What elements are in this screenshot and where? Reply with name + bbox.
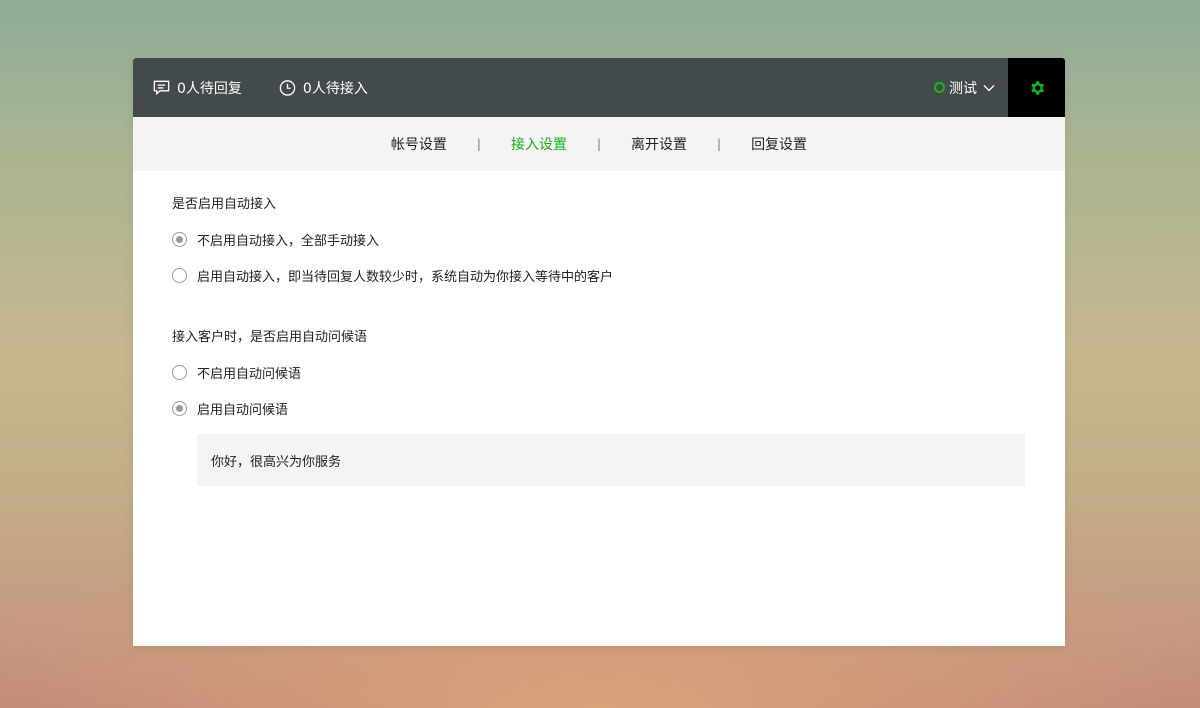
pending-access-stat[interactable]: 0人待接入 (278, 58, 368, 117)
auto-access-option-manual[interactable]: 不启用自动接入，全部手动接入 (172, 229, 1065, 249)
tab-reply-settings[interactable]: 回复设置 (751, 134, 807, 154)
radio-button[interactable] (172, 267, 187, 283)
top-bar: 0人待回复 0人待接入 测试 (133, 58, 1065, 117)
settings-window: 0人待回复 0人待接入 测试 帐号设置 | 接入设置 | 离开设置 | 回复设置… (133, 58, 1065, 646)
gear-icon (1030, 80, 1044, 95)
tab-access-settings[interactable]: 接入设置 (511, 134, 567, 154)
greeting-text-field[interactable]: 你好，很高兴为你服务 (197, 434, 1025, 486)
auto-access-title: 是否启用自动接入 (172, 197, 277, 212)
auto-greeting-title: 接入客户时，是否启用自动问候语 (172, 330, 368, 345)
radio-label: 启用自动接入，即当待回复人数较少时，系统自动为你接入等待中的客户 (197, 269, 614, 285)
radio-button[interactable] (172, 400, 187, 416)
pending-reply-stat[interactable]: 0人待回复 (152, 58, 242, 117)
tab-separator: | (596, 137, 602, 151)
radio-label: 不启用自动接入，全部手动接入 (197, 233, 380, 249)
auto-greeting-option-off[interactable]: 不启用自动问候语 (172, 362, 1065, 382)
online-status-icon (934, 82, 945, 93)
greeting-text: 你好，很高兴为你服务 (211, 454, 342, 470)
status-label: 测试 (949, 80, 977, 97)
tab-separator: | (717, 137, 722, 151)
chat-icon (153, 80, 170, 96)
tab-leave-settings[interactable]: 离开设置 (631, 134, 687, 154)
tab-account-settings[interactable]: 帐号设置 (391, 134, 447, 154)
settings-button[interactable] (1008, 58, 1065, 117)
auto-greeting-option-on[interactable]: 启用自动问候语 (172, 398, 1065, 418)
radio-button[interactable] (172, 231, 187, 247)
chevron-down-icon (983, 84, 995, 91)
radio-button[interactable] (172, 364, 187, 380)
radio-label: 启用自动问候语 (197, 402, 289, 418)
clock-icon (279, 80, 296, 96)
pending-reply-label: 0人待回复 (177, 80, 242, 97)
settings-content: 是否启用自动接入 不启用自动接入，全部手动接入 启用自动接入，即当待回复人数较少… (133, 193, 1065, 486)
status-dropdown[interactable]: 测试 (934, 58, 995, 117)
pending-access-label: 0人待接入 (302, 80, 368, 97)
radio-label: 不启用自动问候语 (197, 366, 302, 382)
tab-separator: | (476, 137, 481, 151)
settings-tabs: 帐号设置 | 接入设置 | 离开设置 | 回复设置 (133, 117, 1065, 171)
auto-access-option-auto[interactable]: 启用自动接入，即当待回复人数较少时，系统自动为你接入等待中的客户 (172, 265, 1065, 285)
